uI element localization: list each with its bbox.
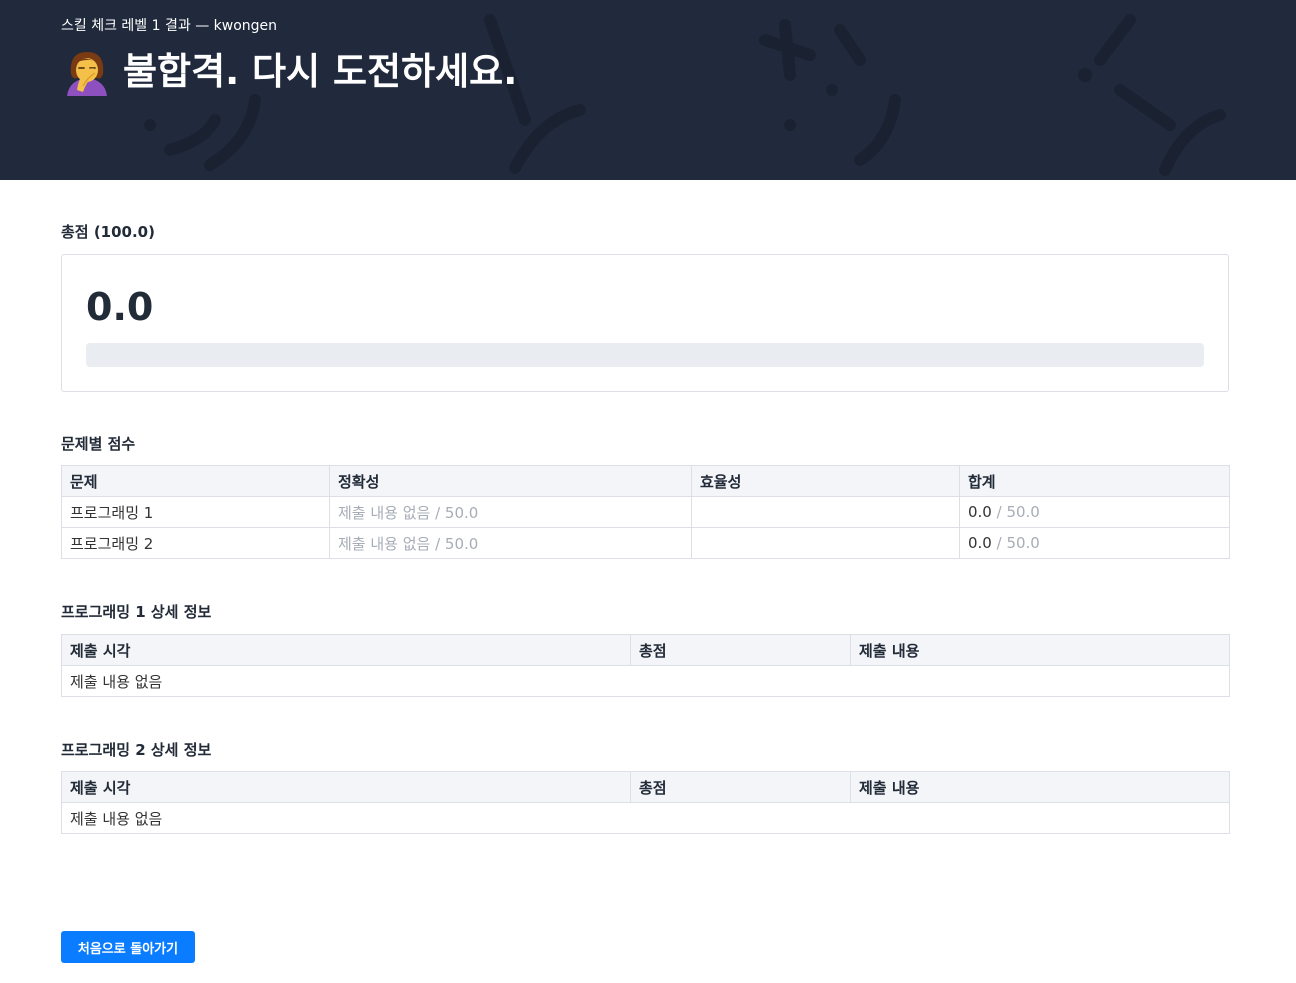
column-header: 제출 내용 — [850, 634, 1230, 666]
table-header-row: 제출 시각 총점 제출 내용 — [61, 634, 1230, 666]
problem-total-max: / 50.0 — [991, 534, 1040, 552]
detail-table-1: 제출 시각 총점 제출 내용 제출 내용 없음 — [61, 634, 1230, 697]
result-header: 스킬 체크 레벨 1 결과 — kwongen 불합격. 다시 도전하세요. — [0, 0, 1296, 180]
problem-total-max: / 50.0 — [991, 503, 1040, 521]
problem-total: 0.0 — [968, 503, 992, 521]
column-header: 제출 내용 — [850, 771, 1230, 803]
column-header: 문제 — [61, 465, 330, 497]
back-to-start-button[interactable]: 처음으로 돌아가기 — [61, 931, 195, 963]
total-score-heading: 총점 (100.0) — [61, 223, 155, 241]
empty-message: 제출 내용 없음 — [61, 802, 1230, 834]
table-row: 프로그래밍 1 제출 내용 없음 / 50.0 0.0 / 50.0 — [61, 496, 1230, 528]
total-score-value: 0.0 — [86, 285, 154, 329]
column-header: 합계 — [959, 465, 1230, 497]
facepalm-person-icon — [61, 46, 113, 98]
problem-name: 프로그래밍 1 — [61, 496, 330, 528]
accuracy-score: 제출 내용 없음 / 50.0 — [329, 496, 692, 528]
column-header: 제출 시각 — [61, 771, 631, 803]
problem-name: 프로그래밍 2 — [61, 527, 330, 559]
efficiency-score — [691, 527, 960, 559]
table-row: 프로그래밍 2 제출 내용 없음 / 50.0 0.0 / 50.0 — [61, 527, 1230, 559]
total-score-card: 0.0 — [61, 254, 1229, 392]
column-header: 제출 시각 — [61, 634, 631, 666]
problem-scores-table: 문제 정확성 효율성 합계 프로그래밍 1 제출 내용 없음 / 50.0 0.… — [61, 465, 1230, 559]
score-progress-bar — [86, 343, 1204, 367]
column-header: 효율성 — [691, 465, 960, 497]
problem-total: 0.0 — [968, 534, 992, 552]
empty-message: 제출 내용 없음 — [61, 665, 1230, 697]
total-score-cell: 0.0 / 50.0 — [959, 496, 1230, 528]
detail-heading-1: 프로그래밍 1 상세 정보 — [61, 603, 212, 621]
accuracy-score: 제출 내용 없음 / 50.0 — [329, 527, 692, 559]
table-header-row: 제출 시각 총점 제출 내용 — [61, 771, 1230, 803]
detail-heading-2: 프로그래밍 2 상세 정보 — [61, 741, 212, 759]
column-header: 정확성 — [329, 465, 692, 497]
result-title-row: 불합격. 다시 도전하세요. — [61, 46, 517, 98]
efficiency-score — [691, 496, 960, 528]
table-header-row: 문제 정확성 효율성 합계 — [61, 465, 1230, 497]
column-header: 총점 — [630, 634, 851, 666]
detail-table-2: 제출 시각 총점 제출 내용 제출 내용 없음 — [61, 771, 1230, 834]
table-row: 제출 내용 없음 — [61, 802, 1230, 834]
result-title: 불합격. 다시 도전하세요. — [123, 50, 518, 93]
column-header: 총점 — [630, 771, 851, 803]
result-subtitle: 스킬 체크 레벨 1 결과 — kwongen — [61, 18, 278, 34]
total-score-cell: 0.0 / 50.0 — [959, 527, 1230, 559]
problem-scores-heading: 문제별 점수 — [61, 435, 136, 453]
table-row: 제출 내용 없음 — [61, 665, 1230, 697]
